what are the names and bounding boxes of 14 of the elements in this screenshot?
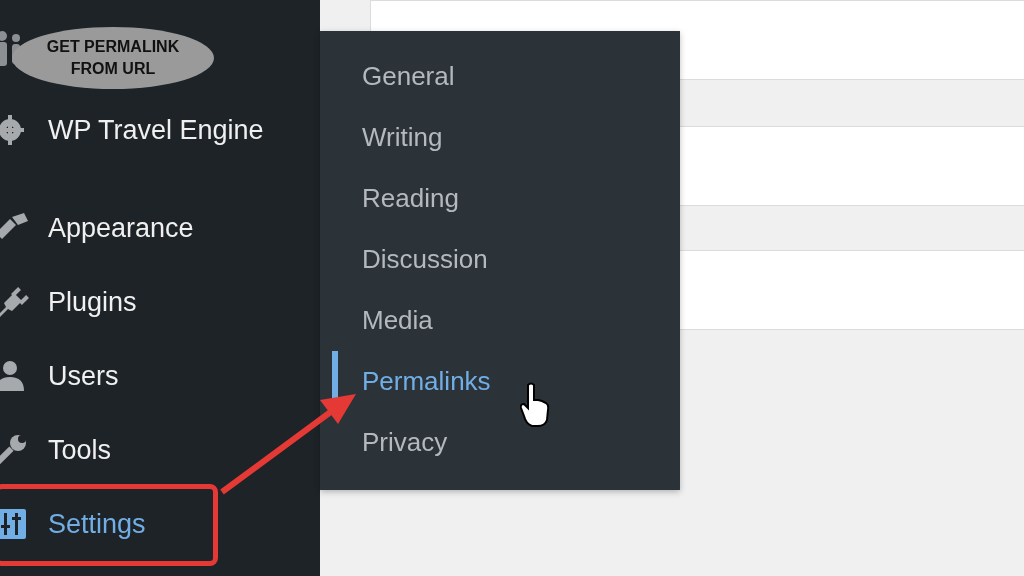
- sidebar-item[interactable]: WP Travel Engine: [0, 93, 276, 167]
- submenu-item[interactable]: Reading: [320, 168, 469, 229]
- sidebar-item[interactable]: Users: [0, 339, 131, 413]
- plug-icon: [0, 285, 30, 319]
- sidebar-item[interactable]: Plugins: [0, 265, 149, 339]
- submenu-item[interactable]: Privacy: [320, 412, 458, 473]
- sidebar-item[interactable]: Appearance: [0, 191, 206, 265]
- sidebar-item[interactable]: Settings: [0, 487, 158, 561]
- hand-cursor-icon: [520, 382, 550, 428]
- submenu-item[interactable]: Media: [320, 290, 443, 351]
- submenu-item[interactable]: Writing: [320, 107, 453, 168]
- submenu-item[interactable]: Discussion: [320, 229, 498, 290]
- sidebar-item[interactable]: Tools: [0, 413, 124, 487]
- submenu-item[interactable]: General: [320, 46, 465, 107]
